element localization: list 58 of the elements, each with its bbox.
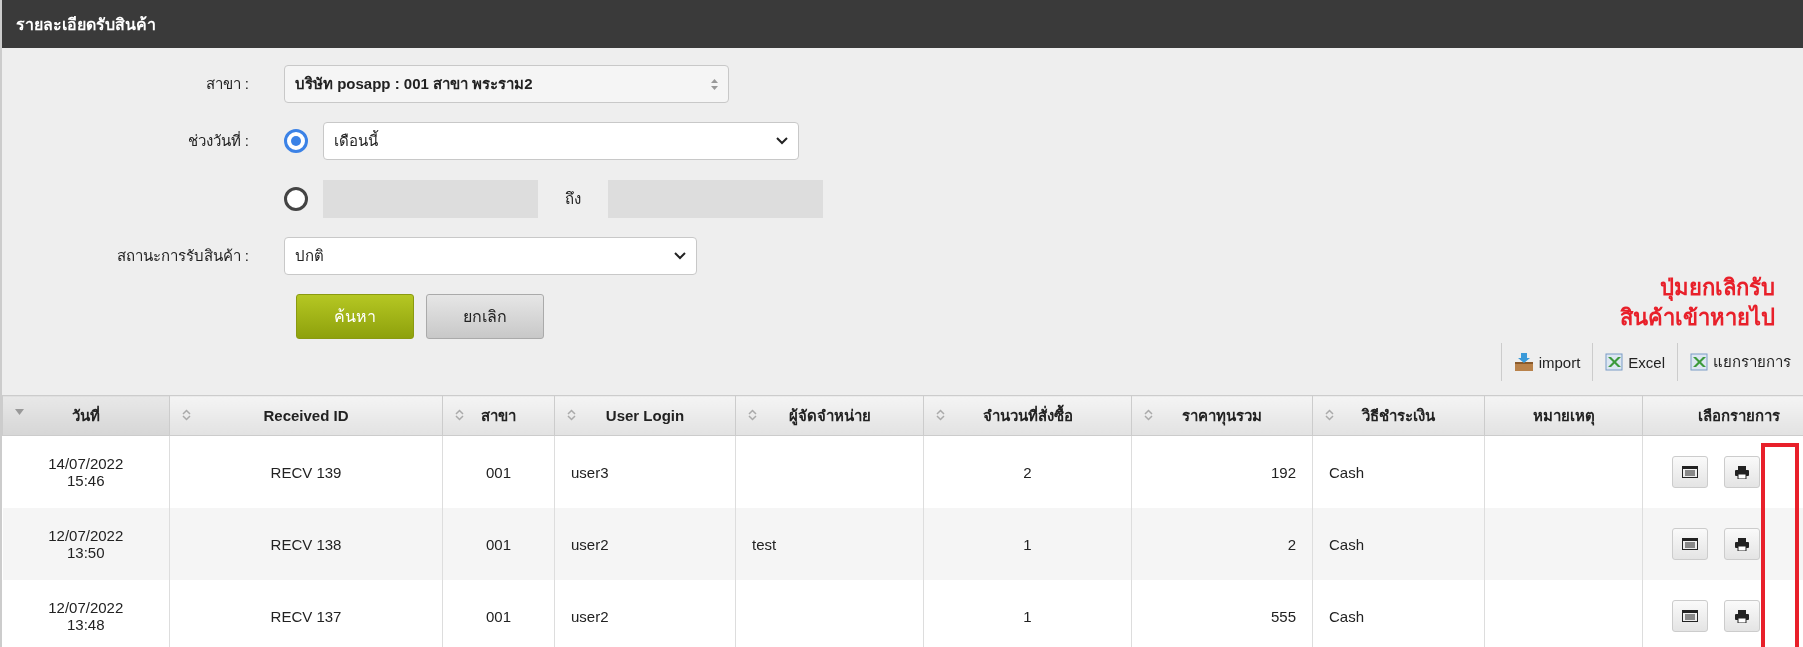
sort-arrows-icon <box>711 78 718 90</box>
detail-button[interactable] <box>1671 456 1708 488</box>
status-select[interactable]: ปกติ <box>284 237 697 275</box>
cancel-button[interactable]: ยกเลิก <box>426 294 544 339</box>
annotation-text: ปุ่มยกเลิกรับ สินค้าเข้าหายไป <box>1620 274 1775 332</box>
printer-icon <box>1735 609 1749 623</box>
radio-button[interactable] <box>284 129 308 153</box>
detail-button[interactable] <box>1671 600 1708 632</box>
table-cell: 1 <box>923 508 1132 580</box>
table-cell: 001 <box>442 508 555 580</box>
table-cell: Cash <box>1312 580 1485 647</box>
period-select[interactable]: เดือนนี้ <box>323 122 799 160</box>
range-separator: ถึง <box>564 189 582 209</box>
branch-select[interactable]: บริษัท posapp : 001 สาขา พระราม2 <box>284 65 729 103</box>
tray-download-icon <box>1513 352 1534 372</box>
table-cell: user2 <box>554 508 736 580</box>
chevron-down-icon <box>674 252 686 260</box>
list-icon <box>1681 466 1698 478</box>
table-cell: 555 <box>1131 580 1313 647</box>
table-cell: 2 <box>1131 508 1313 580</box>
column-header: เลือกรายการ <box>1642 395 1803 436</box>
table-cell: test <box>735 508 924 580</box>
table-cell: user2 <box>554 580 736 647</box>
table-cell: 12/07/2022 13:50 <box>2 508 170 580</box>
printer-icon <box>1735 537 1749 551</box>
print-button[interactable] <box>1724 600 1760 632</box>
chevron-down-icon <box>776 137 788 145</box>
print-button[interactable] <box>1724 456 1760 488</box>
spreadsheet-icon <box>1605 353 1624 371</box>
column-header[interactable]: Received ID <box>169 395 443 436</box>
table-cell: RECV 137 <box>169 580 443 647</box>
column-header[interactable]: User Login <box>554 395 736 436</box>
column-header[interactable]: ผู้จัดจำหน่าย <box>735 395 924 436</box>
column-header[interactable]: วันที่ <box>2 395 170 436</box>
table-cell: RECV 138 <box>169 508 443 580</box>
export-button[interactable]: Excel <box>1597 353 1673 371</box>
form-label: สถานะการรับสินค้า : <box>115 246 250 266</box>
detail-button[interactable] <box>1671 528 1708 560</box>
column-header[interactable]: สาขา <box>442 395 555 436</box>
form-label: ช่วงวันที่ : <box>186 130 250 151</box>
panel-title: รายละเอียดรับสินค้า <box>16 14 156 35</box>
list-icon <box>1681 538 1698 550</box>
table-cell: Cash <box>1312 508 1485 580</box>
form-label: สาขา : <box>204 74 250 94</box>
table-cell: 001 <box>442 580 555 647</box>
spreadsheet-icon <box>1690 353 1708 371</box>
column-header[interactable]: จำนวนที่สั่งซื้อ <box>923 395 1132 436</box>
column-header: หมายเหตุ <box>1484 395 1643 436</box>
table-cell: 1 <box>923 580 1132 647</box>
list-icon <box>1681 610 1698 622</box>
column-header[interactable]: ราคาทุนรวม <box>1131 395 1313 436</box>
printer-icon <box>1735 465 1749 479</box>
table-cell: 12/07/2022 13:48 <box>2 580 170 647</box>
export-button[interactable]: แยกรายการ <box>1682 350 1799 374</box>
import-button[interactable]: import <box>1505 352 1589 372</box>
radio-button[interactable] <box>284 187 308 211</box>
column-header[interactable]: วิธีชำระเงิน <box>1312 395 1485 436</box>
print-button[interactable] <box>1724 528 1760 560</box>
